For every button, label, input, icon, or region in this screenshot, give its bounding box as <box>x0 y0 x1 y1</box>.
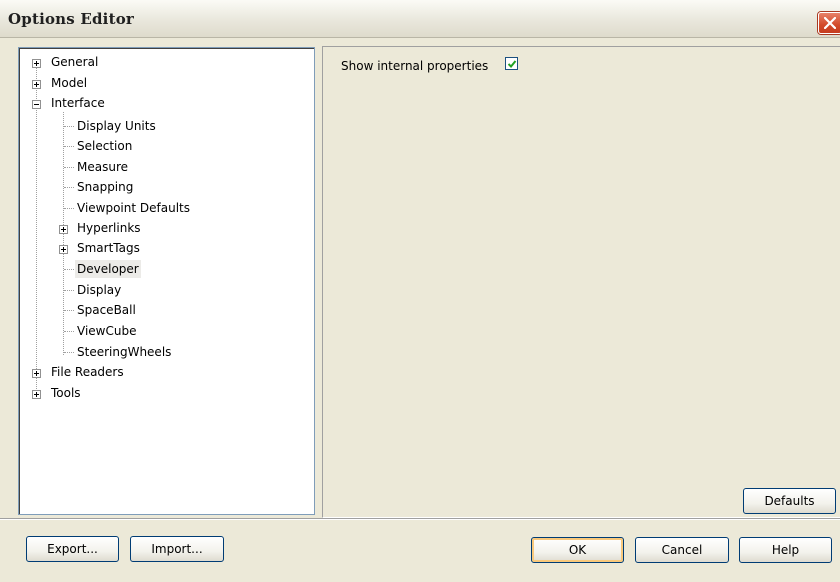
ok-button[interactable]: OK <box>531 537 624 563</box>
plus-expander-icon[interactable] <box>59 225 68 234</box>
tree-connector <box>36 59 37 397</box>
tree-item-model[interactable]: Model <box>49 74 89 92</box>
tree-connector <box>64 310 74 311</box>
tree-connector <box>64 352 74 353</box>
tree-connector <box>64 167 74 168</box>
window-title: Options Editor <box>8 10 135 28</box>
close-button[interactable] <box>818 12 840 34</box>
plus-expander-icon[interactable] <box>32 390 41 399</box>
tree-connector <box>64 331 74 332</box>
tree-item-general[interactable]: General <box>49 53 100 71</box>
plus-expander-icon[interactable] <box>59 245 68 254</box>
minus-expander-icon[interactable] <box>32 100 41 109</box>
show-internal-checkbox[interactable] <box>505 57 518 70</box>
tree-connector <box>64 269 74 270</box>
tree-item-viewcube[interactable]: ViewCube <box>75 322 138 340</box>
tree-item-developer[interactable]: Developer <box>75 260 141 278</box>
tree-item-interface[interactable]: Interface <box>49 94 107 112</box>
options-editor-window: Options Editor General Model Interface D… <box>0 0 840 582</box>
check-icon <box>507 60 517 68</box>
tree-item-viewpoint-defaults[interactable]: Viewpoint Defaults <box>75 199 192 217</box>
tree-connector <box>64 290 74 291</box>
show-internal-label: Show internal properties <box>341 59 489 73</box>
plus-expander-icon[interactable] <box>32 369 41 378</box>
tree-item-file-readers[interactable]: File Readers <box>49 363 126 381</box>
tree-item-display[interactable]: Display <box>75 281 123 299</box>
tree-item-tools[interactable]: Tools <box>49 384 83 402</box>
tree-item-spaceball[interactable]: SpaceBall <box>75 301 138 319</box>
tree-item-snapping[interactable]: Snapping <box>75 178 135 196</box>
tree-item-steeringwheels[interactable]: SteeringWheels <box>75 343 173 361</box>
tree-item-selection[interactable]: Selection <box>75 137 134 155</box>
defaults-button[interactable]: Defaults <box>743 488 836 514</box>
tree-item-measure[interactable]: Measure <box>75 158 130 176</box>
close-icon <box>824 17 836 29</box>
plus-expander-icon[interactable] <box>32 80 41 89</box>
import-button[interactable]: Import... <box>130 536 224 562</box>
options-tree[interactable]: General Model Interface Display Units Se… <box>18 47 315 515</box>
tree-connector <box>64 146 74 147</box>
tree-connector <box>64 187 74 188</box>
export-button[interactable]: Export... <box>26 536 119 562</box>
help-button[interactable]: Help <box>739 537 832 563</box>
tree-item-display-units[interactable]: Display Units <box>75 117 158 135</box>
tree-connector <box>64 208 74 209</box>
tree-item-smarttags[interactable]: SmartTags <box>75 239 142 257</box>
title-bar: Options Editor <box>0 0 840 38</box>
footer-divider <box>0 518 840 520</box>
plus-expander-icon[interactable] <box>32 59 41 68</box>
tree-connector <box>64 126 74 127</box>
tree-item-hyperlinks[interactable]: Hyperlinks <box>75 219 143 237</box>
settings-panel: Show internal properties Defaults <box>322 46 840 518</box>
cancel-button[interactable]: Cancel <box>635 537 729 563</box>
